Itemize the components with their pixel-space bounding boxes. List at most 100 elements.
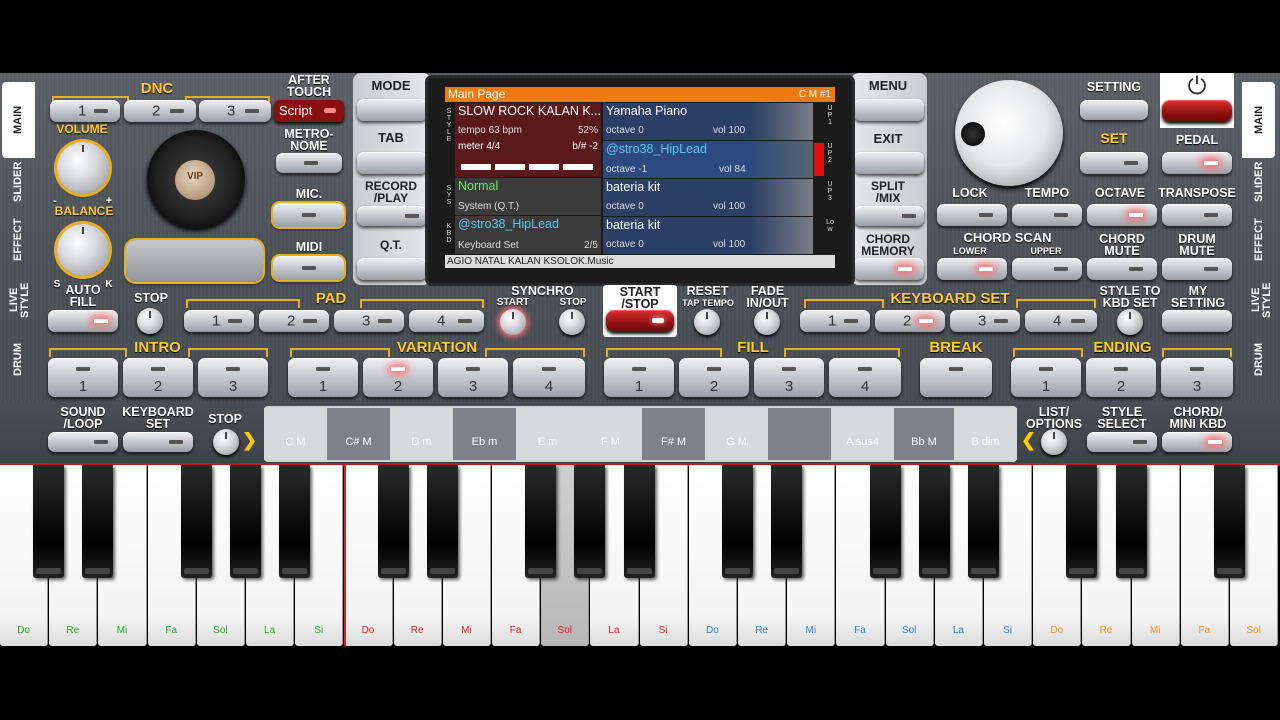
chord-cell[interactable]: Eb m [453, 408, 516, 460]
chord-cell[interactable] [768, 408, 831, 460]
qt-button[interactable] [357, 258, 427, 280]
black-key[interactable] [1066, 465, 1098, 578]
drum-mute-button[interactable] [1162, 258, 1232, 280]
tab-effect-left-label[interactable]: EFFECT [12, 215, 24, 265]
tab-slider-left-label[interactable]: SLIDER [12, 160, 24, 204]
fade-in-out-knob[interactable] [754, 309, 780, 335]
octave-button[interactable] [1087, 204, 1157, 226]
black-key[interactable] [968, 465, 999, 578]
chord-cell[interactable]: D m [390, 408, 453, 460]
black-key[interactable] [82, 465, 114, 578]
style-select-button[interactable] [1087, 432, 1157, 452]
my-setting-button[interactable] [1162, 310, 1232, 332]
sound-loop-button[interactable] [48, 432, 118, 452]
midi-button[interactable] [273, 256, 344, 280]
variation-button-4[interactable]: 4 [513, 358, 585, 397]
kbd-set-button-2[interactable]: 2 [875, 310, 945, 332]
intro-button-1[interactable]: 1 [48, 358, 118, 397]
fill-button-3[interactable]: 3 [754, 358, 824, 397]
part-lower[interactable]: bateria kit octave 0 vol 100 [603, 217, 813, 254]
power-button[interactable] [1162, 100, 1232, 122]
synchro-start-knob[interactable] [500, 309, 526, 335]
script-button[interactable]: Script [274, 100, 344, 122]
transpose-button[interactable] [1162, 204, 1232, 226]
keyboard-set-bottom-button[interactable] [123, 432, 193, 452]
kbd-set-button-3[interactable]: 3 [950, 310, 1020, 332]
chord-cell[interactable]: B dim [954, 408, 1017, 460]
black-key[interactable] [623, 465, 655, 578]
style-to-kbd-set-knob[interactable] [1117, 309, 1143, 335]
black-key[interactable] [1214, 465, 1245, 578]
variation-button-3[interactable]: 3 [438, 358, 508, 397]
black-key[interactable] [722, 465, 753, 578]
balance-knob[interactable] [57, 224, 109, 276]
display-pad[interactable] [126, 240, 263, 282]
keyboard-set-panel[interactable]: @stro38_HipLead Keyboard Set 2/5 [455, 216, 601, 254]
black-key[interactable] [918, 465, 950, 578]
chord-mute-button[interactable] [1087, 258, 1157, 280]
intro-button-2[interactable]: 2 [123, 358, 193, 397]
pad-button-2[interactable]: 2 [259, 310, 329, 332]
tab-button[interactable] [357, 152, 427, 174]
list-options-knob[interactable] [1041, 429, 1067, 455]
mode-button[interactable] [357, 99, 427, 121]
fill-button-2[interactable]: 2 [679, 358, 749, 397]
chord-cell[interactable]: G M [705, 408, 768, 460]
tab-drum-right-label[interactable]: DRUM [1253, 338, 1265, 382]
part-upper3[interactable]: bateria kit octave 0 vol 100 [603, 179, 813, 216]
black-key[interactable] [525, 465, 557, 578]
tab-effect-right-label[interactable]: EFFECT [1253, 215, 1265, 265]
volume-knob[interactable] [57, 142, 109, 194]
tempo-button[interactable] [1012, 204, 1082, 226]
chord-scan-lower-button[interactable] [937, 258, 1007, 280]
split-mix-button[interactable] [854, 206, 924, 226]
chord-stop-knob[interactable] [213, 429, 239, 455]
black-key[interactable] [230, 465, 261, 578]
setting-button[interactable] [1080, 100, 1148, 120]
black-key[interactable] [279, 465, 311, 578]
variation-button-2[interactable]: 2 [363, 358, 433, 397]
tab-slider-right-label[interactable]: SLIDER [1253, 160, 1265, 204]
chord-cell[interactable]: C M [264, 408, 327, 460]
kbd-set-button-1[interactable]: 1 [800, 310, 870, 332]
part-upper2[interactable]: @stro38_HipLead octave -1 vol 84 [603, 141, 813, 178]
black-key[interactable] [377, 465, 409, 578]
pad-stop-knob[interactable] [137, 308, 163, 334]
chevron-right-icon[interactable]: ❯ [242, 430, 257, 451]
black-key[interactable] [574, 465, 606, 578]
menu-button[interactable] [854, 99, 924, 121]
black-key[interactable] [869, 465, 901, 578]
auto-fill-button[interactable] [48, 310, 118, 332]
break-button[interactable] [920, 358, 992, 397]
tab-drum-left-label[interactable]: DRUM [12, 338, 24, 382]
pad-button-4[interactable]: 4 [409, 310, 484, 332]
chord-cell[interactable]: E m [516, 408, 579, 460]
system-panel[interactable]: Normal System (Q.T.) [455, 178, 601, 215]
chevron-left-icon[interactable]: ❮ [1021, 430, 1036, 451]
record-play-button[interactable] [357, 206, 427, 226]
tab-live-style-right-label[interactable]: LIVE STYLE [1250, 275, 1273, 325]
intro-button-3[interactable]: 3 [198, 358, 268, 397]
pedal-button[interactable] [1162, 152, 1232, 174]
set-button[interactable] [1080, 152, 1148, 174]
pad-button-1[interactable]: 1 [184, 310, 254, 332]
chord-memory-button[interactable] [854, 258, 924, 280]
chord-cell[interactable]: F# M [642, 408, 705, 460]
start-stop-button[interactable] [606, 310, 674, 332]
metronome-button[interactable] [276, 153, 342, 173]
dnc-button-2[interactable]: 2 [124, 100, 196, 122]
chord-mini-kbd-button[interactable] [1162, 432, 1232, 452]
pad-button-3[interactable]: 3 [334, 310, 404, 332]
part-upper1[interactable]: Yamaha Piano octave 0 vol 100 [603, 103, 813, 140]
black-key[interactable] [33, 465, 65, 578]
reset-tap-tempo-knob[interactable] [694, 309, 720, 335]
exit-button[interactable] [854, 152, 924, 174]
fill-button-4[interactable]: 4 [829, 358, 901, 397]
tab-live-style-left-label[interactable]: LIVE STYLE [8, 275, 31, 325]
chord-scan-upper-button[interactable] [1012, 258, 1082, 280]
chord-cell[interactable]: C# M [327, 408, 390, 460]
chord-cell[interactable]: Bb M [894, 408, 954, 460]
style-panel[interactable]: SLOW ROCK KALAN K... tempo 63 bpm 52% me… [455, 103, 601, 177]
dnc-button-1[interactable]: 1 [50, 100, 120, 122]
ending-button-1[interactable]: 1 [1011, 358, 1081, 397]
